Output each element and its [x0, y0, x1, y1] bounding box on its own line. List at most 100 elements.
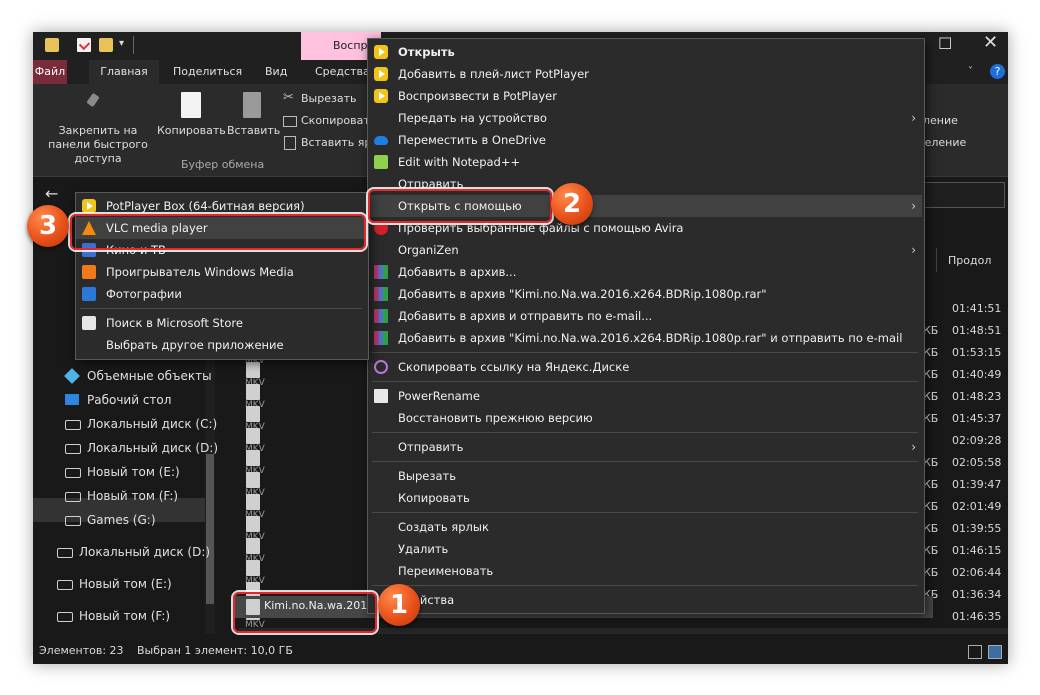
tab-home[interactable]: Главная	[89, 60, 159, 84]
nav-item[interactable]: Локальный диск (D:)	[33, 540, 210, 564]
drive-icon	[65, 420, 81, 430]
video-file-icon[interactable]	[246, 428, 260, 444]
menu-item-edit-with-notepad[interactable]: Edit with Notepad++	[368, 151, 922, 173]
paste-button[interactable]: Вставить	[227, 124, 280, 138]
tiles-view-icon[interactable]	[988, 645, 1002, 659]
column-header-duration[interactable]: Продол	[948, 254, 991, 267]
maximize-icon[interactable]: ☐	[938, 34, 952, 53]
menu-item-скопировать-ссылку-на-яндекс-диске[interactable]: Скопировать ссылку на Яндекс.Диске	[368, 356, 922, 378]
menu-item-переместить-в-onedrive[interactable]: Переместить в OneDrive	[368, 129, 922, 151]
menu-item-label: Вырезать	[398, 469, 456, 483]
cut-button[interactable]: Вырезать	[301, 92, 356, 106]
menu-item-восстановить-прежнюю-версию[interactable]: Восстановить прежнюю версию	[368, 407, 922, 429]
item-count: Элементов: 23	[39, 644, 124, 657]
video-file-icon[interactable]	[246, 362, 260, 378]
video-file-icon[interactable]	[246, 494, 260, 510]
step-badge-3: 3	[27, 205, 69, 247]
menu-item-создать-ярлык[interactable]: Создать ярлык	[368, 516, 922, 538]
menu-item-organizen[interactable]: OrganiZen ›	[368, 239, 922, 261]
copy-button[interactable]: Копировать	[157, 124, 226, 138]
pin-quick-access-button[interactable]: Закрепить на панели быстрого доступа	[37, 124, 159, 166]
duration-cell: 01:46:35	[952, 610, 1002, 623]
menu-item-выбрать-другое-приложение[interactable]: Выбрать другое приложение	[76, 334, 366, 356]
menu-item-добавить-в-архив-kimi-no-na-wa-2016-x264-bdrip-1080p-rar[interactable]: Добавить в архив "Kimi.no.Na.wa.2016.x26…	[368, 283, 922, 305]
video-file-icon[interactable]	[246, 516, 260, 532]
menu-separator	[372, 381, 918, 382]
menu-item-добавить-в-архив[interactable]: Добавить в архив...	[368, 261, 922, 283]
nav-scroll-thumb[interactable]	[206, 454, 214, 604]
duration-cell: 01:39:47	[952, 478, 1002, 491]
menu-item-отправить[interactable]: Отправить ›	[368, 436, 922, 458]
menu-item-label: Edit with Notepad++	[398, 155, 521, 169]
column-divider	[936, 248, 937, 272]
menu-item-фотографии[interactable]: Фотографии	[76, 283, 366, 305]
ribbon-collapse-icon[interactable]: ˅	[968, 66, 973, 77]
video-file-icon[interactable]	[246, 472, 260, 488]
nav-item[interactable]: Новый том (F:)	[33, 604, 203, 628]
submenu-arrow-icon: ›	[911, 243, 916, 257]
drive-icon	[65, 492, 81, 502]
menu-item-label: Копировать	[398, 491, 470, 505]
close-icon[interactable]: ✕	[983, 32, 998, 53]
nav-item[interactable]: Рабочий стол	[33, 388, 203, 412]
duration-cell: 01:53:15	[952, 346, 1002, 359]
menu-item-открыть[interactable]: Открыть	[368, 41, 922, 63]
context-menu: Открыть Добавить в плей-лист PotPlayer Вос…	[367, 38, 925, 614]
copy-path-icon	[283, 116, 297, 127]
duration-cell: 01:46:15	[952, 544, 1002, 557]
size-unit-cell: КБ	[923, 478, 939, 491]
menu-item-удалить[interactable]: Удалить	[368, 538, 922, 560]
menu-item-label: Добавить в архив...	[398, 265, 517, 279]
copy-path-button[interactable]: Скопировать	[301, 114, 376, 128]
details-view-icon[interactable]	[968, 645, 982, 659]
video-file-icon[interactable]	[246, 384, 260, 400]
potplayer-icon	[82, 199, 96, 213]
nav-item[interactable]: Локальный диск (C:)	[33, 412, 217, 436]
highlight-selected-file	[233, 592, 377, 633]
video-file-icon[interactable]	[246, 450, 260, 466]
back-arrow-icon[interactable]: ←	[45, 184, 58, 203]
menu-item-передать-на-устройство[interactable]: Передать на устройство ›	[368, 107, 922, 129]
drive-icon	[65, 468, 81, 478]
menu-item-label: Добавить в архив и отправить по e-mail..…	[398, 309, 653, 323]
select-button[interactable]: ление	[923, 114, 958, 128]
tab-file[interactable]: Файл	[33, 60, 67, 84]
qat-dropdown-icon[interactable]: ▾	[119, 38, 124, 49]
menu-item-переименовать[interactable]: Переименовать	[368, 560, 922, 582]
menu-item-вырезать[interactable]: Вырезать	[368, 465, 922, 487]
search-box[interactable]	[923, 182, 1005, 208]
menu-item-копировать[interactable]: Копировать	[368, 487, 922, 509]
avira-icon	[374, 221, 388, 235]
nav-item[interactable]: Локальный диск (D:)	[33, 436, 218, 460]
video-file-icon[interactable]	[246, 560, 260, 576]
menu-item-поиск-в-microsoft-store[interactable]: Поиск в Microsoft Store	[76, 312, 366, 334]
nav-item[interactable]: Новый том (E:)	[33, 460, 203, 484]
menu-item-powerrename[interactable]: PowerRename	[368, 385, 922, 407]
video-file-icon[interactable]	[246, 406, 260, 422]
duration-cell: 01:45:37	[952, 412, 1002, 425]
nav-item[interactable]: Новый том (E:)	[33, 572, 203, 596]
properties-icon[interactable]	[77, 38, 91, 52]
nav-item[interactable]: Новый том (F:)	[33, 484, 203, 508]
nav-item[interactable]: Games (G:)	[33, 508, 203, 532]
menu-item-добавить-в-плей-лист-potplayer[interactable]: Добавить в плей-лист PotPlayer	[368, 63, 922, 85]
help-icon[interactable]: ?	[990, 64, 1005, 79]
nav-item[interactable]: Объемные объекты	[33, 364, 212, 388]
pin-icon	[85, 92, 101, 116]
folder-icon[interactable]	[45, 38, 59, 52]
video-file-icon[interactable]	[246, 538, 260, 554]
menu-item-проигрыватель-windows-media[interactable]: Проигрыватель Windows Media	[76, 261, 366, 283]
menu-item-добавить-в-архив-и-отправить-по-e-mail[interactable]: Добавить в архив и отправить по e-mail..…	[368, 305, 922, 327]
tab-view[interactable]: Вид	[255, 60, 297, 84]
highlight-vlc	[70, 214, 366, 250]
menu-item-label: Создать ярлык	[398, 520, 489, 534]
duration-cell: 01:41:51	[952, 302, 1002, 315]
tab-share[interactable]: Поделиться	[163, 60, 252, 84]
menu-separator	[372, 352, 918, 353]
new-folder-icon[interactable]	[99, 38, 113, 52]
nav-item-label: Локальный диск (C:)	[87, 417, 218, 431]
potplayer-icon	[374, 45, 388, 59]
menu-item-свойства[interactable]: Свойства	[368, 589, 922, 611]
menu-item-добавить-в-архив-kimi-no-na-wa-2016-x264-bdrip-1080p-rar-и-отправить-по-e-mail[interactable]: Добавить в архив "Kimi.no.Na.wa.2016.x26…	[368, 327, 922, 349]
menu-item-воспроизвести-в-potplayer[interactable]: Воспроизвести в PotPlayer	[368, 85, 922, 107]
